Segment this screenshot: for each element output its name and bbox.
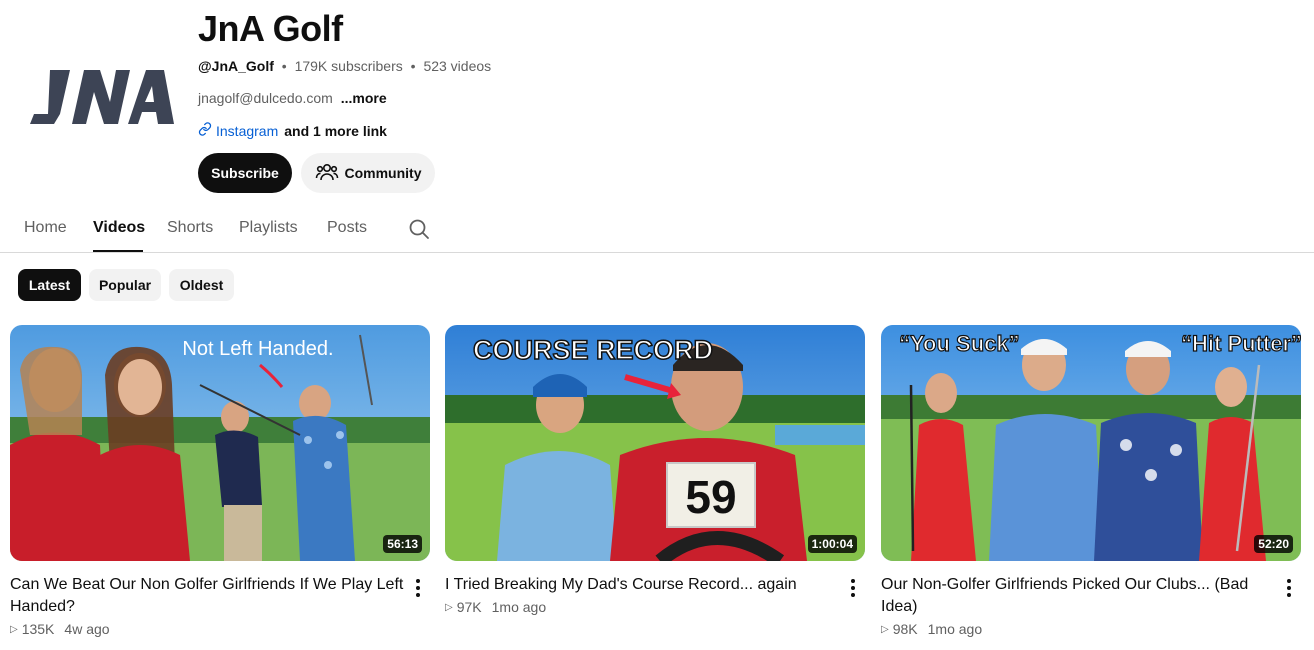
instagram-link[interactable]: Instagram — [216, 123, 278, 139]
more-description-link[interactable]: ...more — [341, 90, 387, 106]
channel-logo-icon — [30, 70, 174, 124]
upload-age: 1mo ago — [927, 621, 983, 637]
subscriber-count: 179K subscribers — [294, 58, 403, 74]
thumbnail-caption-right: “Hit Putter” — [1181, 331, 1301, 356]
active-tab-indicator — [93, 250, 143, 252]
more-vertical-icon[interactable] — [410, 577, 426, 599]
tab-posts[interactable]: Posts — [327, 219, 367, 237]
play-triangle-icon: ▷ — [881, 623, 889, 635]
channel-avatar[interactable] — [28, 58, 176, 138]
channel-title: JnA Golf — [198, 8, 343, 49]
separator-dot: • — [410, 58, 416, 74]
tab-shorts[interactable]: Shorts — [167, 219, 213, 237]
video-title[interactable]: Can We Beat Our Non Golfer Girlfriends I… — [10, 574, 406, 618]
more-links-button[interactable]: and 1 more link — [284, 123, 387, 139]
channel-description[interactable]: jnagolf@dulcedo.com ...more — [198, 90, 387, 106]
play-triangle-icon: ▷ — [445, 601, 453, 613]
subscribe-button[interactable]: Subscribe — [198, 153, 292, 193]
thumbnail-score: 59 — [685, 471, 736, 523]
thumbnail-caption: Not Left Handed. — [182, 338, 333, 360]
thumbnail-caption: COURSE RECORD — [473, 335, 713, 365]
video-card[interactable]: “You Suck” “Hit Putter” 52:20 Our Non-Go… — [881, 325, 1301, 637]
chip-latest[interactable]: Latest — [18, 269, 81, 301]
community-label: Community — [344, 165, 422, 181]
search-icon[interactable] — [407, 217, 431, 241]
video-thumbnail[interactable]: Not Left Handed. 56:13 — [10, 325, 430, 561]
more-vertical-icon[interactable] — [1281, 577, 1297, 599]
channel-links: Instagram and 1 more link — [198, 122, 387, 139]
view-count: 98K — [892, 621, 918, 637]
video-duration: 52:20 — [1254, 535, 1293, 553]
people-icon — [315, 160, 339, 187]
video-meta: ▷ 135K 4w ago — [10, 621, 110, 637]
upload-age: 1mo ago — [491, 599, 547, 615]
video-meta: ▷ 97K 1mo ago — [445, 599, 546, 615]
tab-playlists[interactable]: Playlists — [239, 219, 298, 237]
video-title[interactable]: Our Non-Golfer Girlfriends Picked Our Cl… — [881, 574, 1277, 618]
view-count: 97K — [456, 599, 482, 615]
channel-email: jnagolf@dulcedo.com — [198, 90, 333, 106]
video-duration: 56:13 — [383, 535, 422, 553]
view-count: 135K — [21, 621, 55, 637]
upload-age: 4w ago — [64, 621, 110, 637]
chip-oldest[interactable]: Oldest — [169, 269, 234, 301]
channel-handle: @JnA_Golf — [198, 58, 274, 74]
video-thumbnail[interactable]: “You Suck” “Hit Putter” 52:20 — [881, 325, 1301, 561]
tab-videos[interactable]: Videos — [93, 219, 145, 237]
channel-meta: @JnA_Golf • 179K subscribers • 523 video… — [198, 58, 491, 74]
video-card[interactable]: Not Left Handed. 56:13 Can We Beat Our N… — [10, 325, 430, 637]
separator-dot: • — [281, 58, 287, 74]
community-button[interactable]: Community — [301, 153, 435, 193]
link-icon — [198, 122, 212, 139]
channel-tabs: Home Videos Shorts Playlists Posts — [0, 205, 1314, 253]
video-meta: ▷ 98K 1mo ago — [881, 621, 982, 637]
chip-popular[interactable]: Popular — [89, 269, 161, 301]
play-triangle-icon: ▷ — [10, 623, 18, 635]
video-thumbnail[interactable]: 59 COURSE RECORD 1:00:04 — [445, 325, 865, 561]
video-card[interactable]: 59 COURSE RECORD 1:00:04 I Tried Breakin… — [445, 325, 865, 615]
more-vertical-icon[interactable] — [845, 577, 861, 599]
video-title[interactable]: I Tried Breaking My Dad's Course Record.… — [445, 574, 841, 596]
video-duration: 1:00:04 — [807, 535, 857, 553]
tab-home[interactable]: Home — [24, 219, 67, 237]
thumbnail-caption-left: “You Suck” — [899, 331, 1020, 356]
video-count: 523 videos — [423, 58, 492, 74]
